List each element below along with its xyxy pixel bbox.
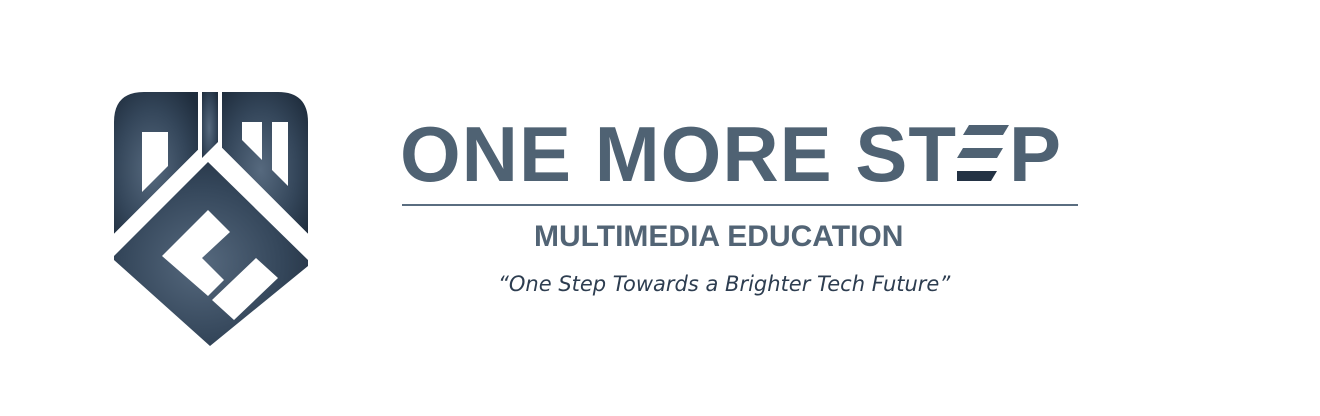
brand-name: ONE MORE ST P [400, 112, 1080, 196]
oms-shield-logo-icon [111, 92, 311, 346]
stylized-e-stripes-icon [957, 125, 1010, 181]
brand-name-part2: P [1009, 110, 1063, 198]
brand-name-part1: ONE MORE ST [400, 110, 958, 198]
brand-tagline: “One Step Towards a Brighter Tech Future… [498, 272, 951, 296]
brand-subtitle: MULTIMEDIA EDUCATION [534, 220, 904, 253]
logo-lockup: ONE MORE ST P MULTIMEDIA EDUCATION “One … [0, 0, 1320, 416]
divider-line [402, 204, 1078, 206]
